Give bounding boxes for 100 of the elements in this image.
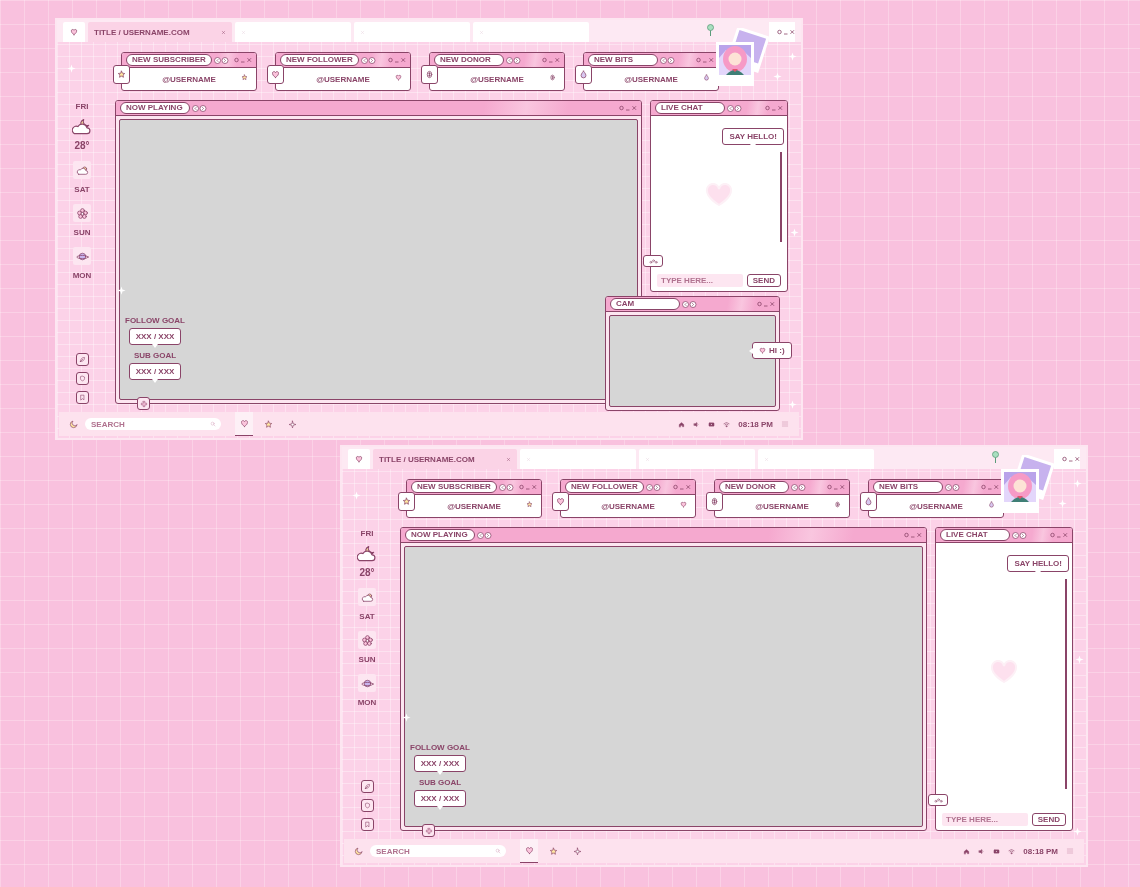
bookmark-icon [78, 394, 86, 401]
window-controls-icon[interactable] [981, 484, 999, 490]
window-controls-icon[interactable] [542, 57, 560, 63]
close-icon [526, 456, 531, 462]
window-controls-icon[interactable] [827, 484, 845, 490]
prev-next-arrows-icon[interactable] [213, 56, 229, 64]
prev-next-arrows-icon[interactable] [945, 483, 960, 491]
dpad-button[interactable] [137, 397, 150, 410]
heart-icon [990, 660, 1018, 685]
sparkle-icon [1073, 479, 1082, 488]
window-controls-icon[interactable] [904, 532, 922, 538]
prev-next-arrows-icon[interactable] [682, 300, 697, 308]
drop-icon [703, 74, 710, 81]
prev-next-arrows-icon[interactable] [727, 104, 742, 112]
side-button[interactable] [75, 391, 89, 404]
username: @USERNAME [755, 501, 809, 511]
heart-icon [239, 419, 249, 428]
house-icon [678, 420, 686, 428]
window-controls-icon[interactable] [1050, 532, 1068, 538]
sparkle-icon [788, 400, 797, 409]
heart-icon [759, 347, 766, 354]
coin-icon [425, 70, 434, 79]
weather-day: FRI [75, 102, 89, 111]
coin-icon [710, 497, 719, 506]
window-controls-icon[interactable] [234, 57, 252, 63]
search-field[interactable]: SEARCH [370, 845, 506, 857]
sparkle-icon [287, 419, 297, 429]
sparkle-icon [402, 713, 411, 722]
coin-icon [834, 501, 841, 508]
home-tab[interactable] [348, 449, 370, 469]
home-tab[interactable] [63, 22, 85, 42]
heart-icon [271, 70, 280, 79]
side-button[interactable] [75, 353, 89, 366]
close-icon [241, 29, 246, 35]
window-title: NOW PLAYING [120, 102, 190, 114]
browser-tab[interactable]: TITLE / USERNAME.COM [373, 449, 517, 469]
side-button[interactable] [360, 780, 374, 793]
dpad-button[interactable] [422, 824, 435, 837]
cloud-moon-icon [357, 544, 377, 564]
window-controls-icon[interactable] [1062, 456, 1080, 462]
goal-label: FOLLOW GOAL [125, 316, 185, 325]
prev-next-arrows-icon[interactable] [477, 531, 492, 539]
goal-counter: XXX / XXX [413, 790, 467, 807]
browser-tab[interactable]: TITLE / USERNAME.COM [88, 22, 232, 42]
prev-next-arrows-icon[interactable] [1012, 531, 1027, 539]
close-icon [221, 29, 226, 35]
drop-icon [579, 70, 588, 79]
username: @USERNAME [909, 501, 963, 511]
prev-next-arrows-icon[interactable] [645, 483, 661, 491]
prev-next-arrows-icon[interactable] [498, 483, 514, 491]
window-title: NEW SUBSCRIBER [411, 481, 497, 493]
window-title: NEW DONOR [719, 481, 789, 493]
window-controls-icon[interactable] [765, 105, 783, 111]
weather-day: FRI [360, 529, 374, 538]
chat-input[interactable]: TYPE HERE... [657, 274, 743, 287]
taskbar-tab[interactable] [235, 412, 253, 436]
sparkle-icon [1075, 655, 1084, 664]
prev-next-arrows-icon[interactable] [660, 56, 675, 64]
prev-next-arrows-icon[interactable] [360, 56, 376, 64]
close-icon [360, 29, 365, 35]
bookmark-icon [363, 821, 371, 828]
window-controls-icon[interactable] [777, 29, 795, 35]
sparkle-icon [788, 52, 797, 61]
send-button[interactable]: SEND [1031, 813, 1066, 826]
prev-next-arrows-icon[interactable] [506, 56, 521, 64]
prev-next-arrows-icon[interactable] [192, 104, 207, 112]
window-controls-icon[interactable] [757, 301, 775, 307]
side-button[interactable] [75, 372, 89, 385]
prev-next-arrows-icon[interactable] [791, 483, 806, 491]
send-button[interactable]: SEND [746, 274, 781, 287]
menu-icon [781, 420, 789, 428]
window-controls[interactable] [769, 22, 795, 42]
side-button[interactable] [360, 818, 374, 831]
cloud-moon-icon [72, 117, 92, 137]
window-controls[interactable] [1054, 449, 1080, 469]
close-icon [764, 456, 769, 462]
heart-icon [355, 455, 363, 463]
goal-counter: XXX / XXX [413, 755, 467, 772]
temperature: 28° [74, 140, 90, 151]
window-title: NOW PLAYING [405, 529, 475, 541]
star-icon [117, 70, 126, 79]
sparkle-icon [773, 72, 782, 81]
chat-input[interactable]: TYPE HERE... [942, 813, 1028, 826]
window-controls-icon[interactable] [388, 57, 406, 63]
window-controls-icon[interactable] [696, 57, 714, 63]
goal-label: SUB GOAL [133, 351, 177, 360]
speaker-icon [693, 420, 701, 428]
search-field[interactable]: SEARCH [85, 418, 221, 430]
window-controls-icon[interactable] [519, 484, 537, 490]
window-title: LIVE CHAT [655, 102, 725, 114]
window-controls-icon[interactable] [619, 105, 637, 111]
shield-icon [363, 802, 371, 809]
window-controls-icon[interactable] [673, 484, 691, 490]
side-button[interactable] [360, 799, 374, 812]
forecast-day: SAT [359, 612, 375, 621]
star-icon [548, 846, 558, 856]
shield-icon [78, 375, 86, 382]
taskbar-tab[interactable] [520, 839, 538, 863]
chat-bubble: SAY HELLO! [722, 128, 784, 145]
sparkle-icon [117, 286, 126, 295]
